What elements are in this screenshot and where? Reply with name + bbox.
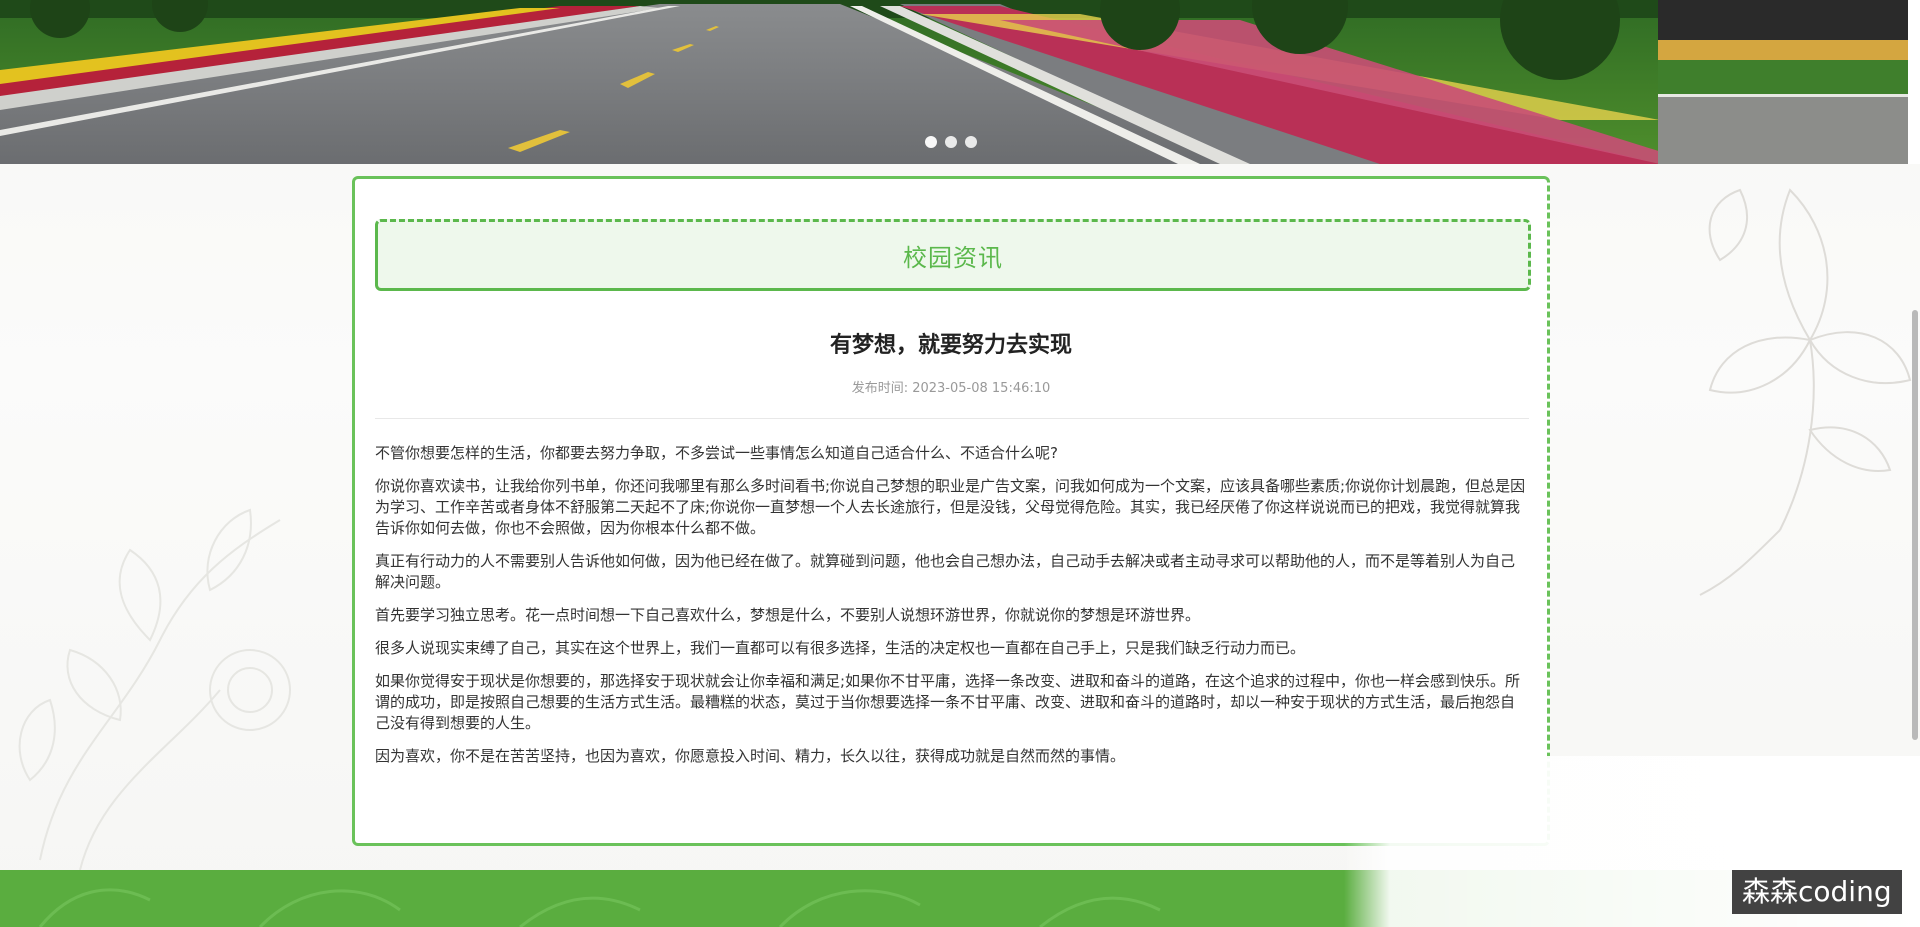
article-paragraph: 很多人说现实束缚了自己，其实在这个世界上，我们一直都可以有很多选择，生活的决定权… — [375, 639, 1306, 657]
divider — [375, 418, 1529, 419]
publish-info: 发布时间: 2023-05-08 15:46:10 — [355, 377, 1547, 396]
scrollbar-thumb[interactable] — [1912, 310, 1918, 740]
article-paragraph: 不管你想要怎样的生活，你都要去努力争取，不多尝试一些事情怎么知道自己适合什么、不… — [375, 444, 1058, 462]
news-detail-card: 校园资讯 有梦想，就要努力去实现 发布时间: 2023-05-08 15:46:… — [352, 176, 1550, 846]
banner-carousel[interactable] — [0, 0, 1920, 164]
article-body: 不管你想要怎样的生活，你都要去努力争取，不多尝试一些事情怎么知道自己适合什么、不… — [375, 443, 1529, 779]
article-paragraph: 你说你喜欢读书，让我给你列书单，你还问我哪里有那么多时间看书;你说自己梦想的职业… — [375, 477, 1526, 537]
article-paragraph: 真正有行动力的人不需要别人告诉他如何做，因为他已经在做了。就算碰到问题，他也会自… — [375, 552, 1516, 591]
publish-label: 发布时间: — [851, 381, 909, 396]
section-title: 校园资讯 — [903, 243, 1003, 272]
article-paragraph: 首先要学习独立思考。花一点时间想一下自己喜欢什么，梦想是什么，不要别人说想环游世… — [375, 606, 1201, 624]
article-title: 有梦想，就要努力去实现 — [829, 333, 1072, 358]
carousel-indicator — [925, 136, 977, 148]
floral-decoration-left — [18, 508, 291, 871]
watermark-label: 森森coding — [1732, 870, 1902, 914]
carousel-dot-2[interactable] — [945, 136, 957, 148]
article-paragraph: 如果你觉得安于现状是你想要的，那选择安于现状就会让你幸福和满足;如果你不甘平庸，… — [375, 672, 1521, 732]
carousel-dot-1[interactable] — [925, 136, 937, 148]
carousel-dot-3[interactable] — [965, 136, 977, 148]
section-header: 校园资讯 — [375, 219, 1531, 291]
scrollbar[interactable] — [1910, 0, 1920, 927]
page: 校园资讯 有梦想，就要努力去实现 发布时间: 2023-05-08 15:46:… — [0, 0, 1920, 927]
floral-decoration-right — [1699, 188, 1912, 596]
publish-time: 2023-05-08 15:46:10 — [912, 381, 1051, 396]
